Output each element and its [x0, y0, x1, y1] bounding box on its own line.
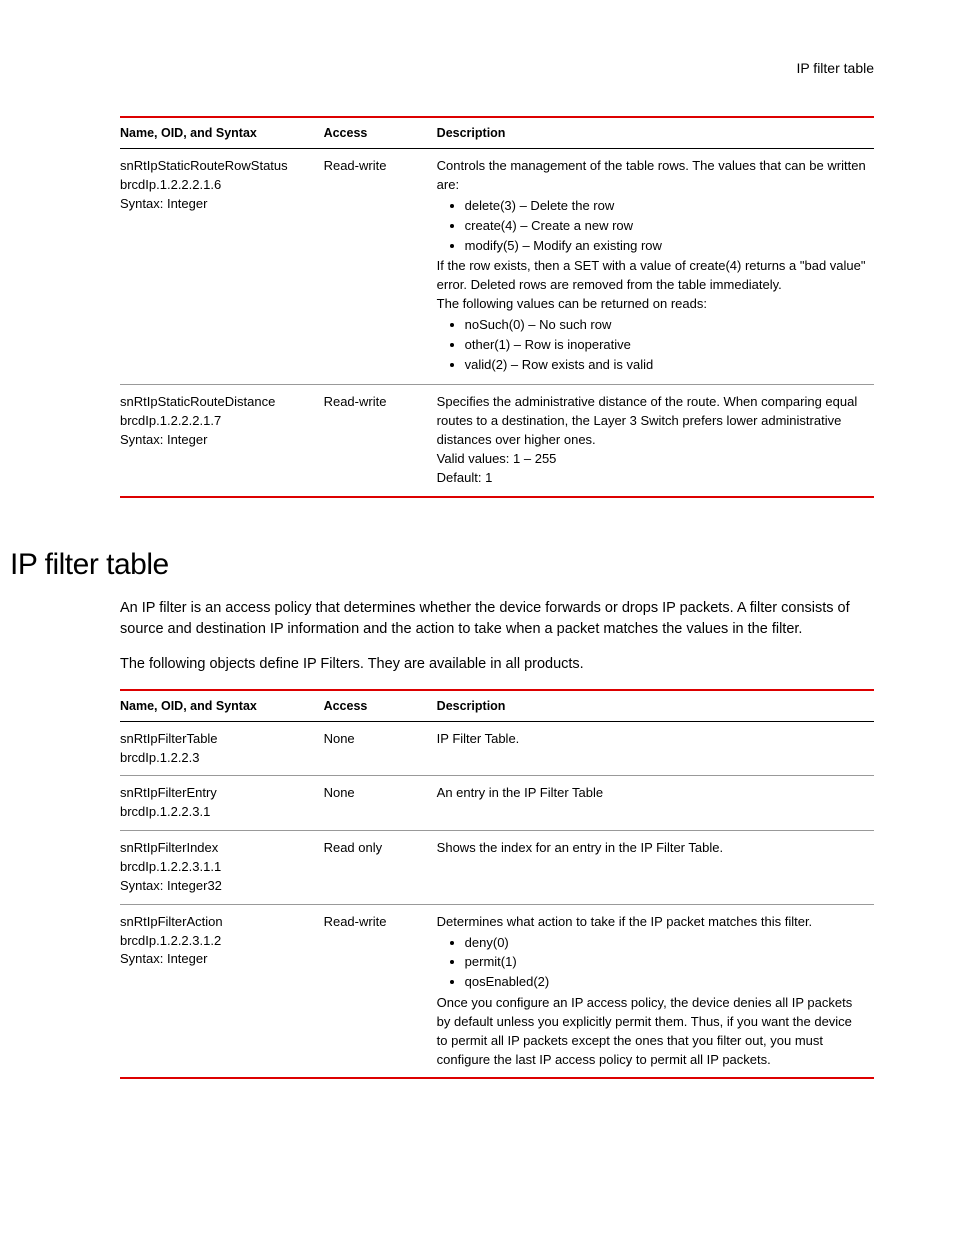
desc-text: The following values can be returned on … — [437, 295, 866, 314]
desc-bullets: delete(3) – Delete the row create(4) – C… — [437, 197, 866, 256]
t2-h2: Access — [324, 690, 437, 722]
table-row: snRtIpStaticRouteRowStatus brcdIp.1.2.2.… — [120, 149, 874, 385]
obj-oid: brcdIp.1.2.2.3.1.2 — [120, 932, 316, 951]
desc-text: Specifies the administrative distance of… — [437, 393, 866, 450]
obj-access: Read-write — [324, 904, 437, 1078]
desc-text: Valid values: 1 – 255 — [437, 450, 866, 469]
section-heading: IP filter table — [10, 548, 874, 582]
t2-h1: Name, OID, and Syntax — [120, 690, 324, 722]
desc-text: Once you configure an IP access policy, … — [437, 994, 866, 1069]
bullet-item: permit(1) — [465, 953, 866, 972]
table-row: snRtIpFilterTable brcdIp.1.2.2.3 None IP… — [120, 721, 874, 776]
desc-text: Shows the index for an entry in the IP F… — [437, 839, 866, 858]
desc-text: If the row exists, then a SET with a val… — [437, 257, 866, 295]
bullet-item: delete(3) – Delete the row — [465, 197, 866, 216]
obj-access: None — [324, 721, 437, 776]
table-row: snRtIpFilterEntry brcdIp.1.2.2.3.1 None … — [120, 776, 874, 831]
t1-h1: Name, OID, and Syntax — [120, 117, 324, 149]
table-row: snRtIpStaticRouteDistance brcdIp.1.2.2.2… — [120, 385, 874, 497]
desc-text: Default: 1 — [437, 469, 866, 488]
bullet-item: deny(0) — [465, 934, 866, 953]
obj-oid: brcdIp.1.2.2.2.1.7 — [120, 412, 316, 431]
obj-name: snRtIpStaticRouteRowStatus — [120, 157, 316, 176]
bullet-item: create(4) – Create a new row — [465, 217, 866, 236]
obj-name: snRtIpFilterIndex — [120, 839, 316, 858]
obj-oid: brcdIp.1.2.2.3.1 — [120, 803, 316, 822]
obj-access: Read only — [324, 831, 437, 905]
obj-syntax: Syntax: Integer — [120, 195, 316, 214]
page-header: IP filter table — [120, 60, 874, 76]
bullet-item: other(1) – Row is inoperative — [465, 336, 866, 355]
obj-oid: brcdIp.1.2.2.3.1.1 — [120, 858, 316, 877]
obj-name: snRtIpFilterTable — [120, 730, 316, 749]
obj-access: Read-write — [324, 385, 437, 497]
obj-syntax: Syntax: Integer — [120, 950, 316, 969]
obj-name: snRtIpFilterAction — [120, 913, 316, 932]
obj-syntax: Syntax: Integer32 — [120, 877, 316, 896]
desc-text: IP Filter Table. — [437, 730, 866, 749]
obj-oid: brcdIp.1.2.2.2.1.6 — [120, 176, 316, 195]
snmp-table-2: Name, OID, and Syntax Access Description… — [120, 689, 874, 1080]
obj-name: snRtIpFilterEntry — [120, 784, 316, 803]
desc-bullets: noSuch(0) – No such row other(1) – Row i… — [437, 316, 866, 375]
desc-bullets: deny(0) permit(1) qosEnabled(2) — [437, 934, 866, 993]
bullet-item: modify(5) – Modify an existing row — [465, 237, 866, 256]
desc-text: Controls the management of the table row… — [437, 157, 866, 195]
t1-h2: Access — [324, 117, 437, 149]
obj-oid: brcdIp.1.2.2.3 — [120, 749, 316, 768]
snmp-table-1: Name, OID, and Syntax Access Description… — [120, 116, 874, 498]
obj-access: Read-write — [324, 149, 437, 385]
bullet-item: noSuch(0) – No such row — [465, 316, 866, 335]
body-paragraph: The following objects define IP Filters.… — [120, 654, 874, 675]
desc-text: Determines what action to take if the IP… — [437, 913, 866, 932]
obj-name: snRtIpStaticRouteDistance — [120, 393, 316, 412]
bullet-item: valid(2) – Row exists and is valid — [465, 356, 866, 375]
table-row: snRtIpFilterIndex brcdIp.1.2.2.3.1.1 Syn… — [120, 831, 874, 905]
obj-access: None — [324, 776, 437, 831]
bullet-item: qosEnabled(2) — [465, 973, 866, 992]
obj-syntax: Syntax: Integer — [120, 431, 316, 450]
desc-text: An entry in the IP Filter Table — [437, 784, 866, 803]
t2-h3: Description — [437, 690, 874, 722]
body-paragraph: An IP filter is an access policy that de… — [120, 598, 874, 640]
table-row: snRtIpFilterAction brcdIp.1.2.2.3.1.2 Sy… — [120, 904, 874, 1078]
t1-h3: Description — [437, 117, 874, 149]
